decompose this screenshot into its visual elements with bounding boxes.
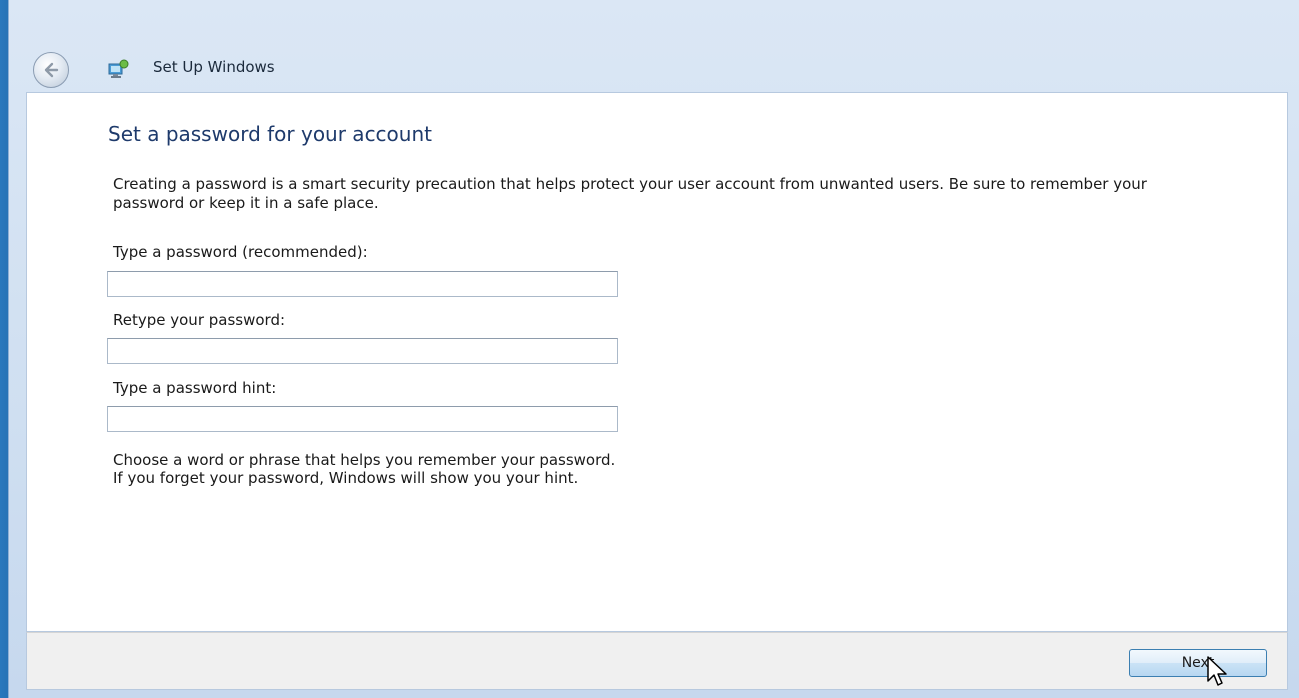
password-hint-input[interactable]: [107, 406, 618, 432]
window-title: Set Up Windows: [153, 58, 275, 76]
back-arrow-icon: [44, 62, 59, 78]
title-bar: Set Up Windows: [9, 0, 1299, 92]
retype-password-label: Retype your password:: [113, 311, 286, 329]
setup-computer-icon: [108, 59, 129, 78]
setup-window: Set Up Windows Set a password for your a…: [8, 0, 1299, 698]
hint-explanation-line-1: Choose a word or phrase that helps you r…: [113, 451, 616, 469]
page-description: Creating a password is a smart security …: [113, 175, 1147, 212]
password-input[interactable]: [107, 271, 618, 297]
back-button[interactable]: [33, 52, 69, 88]
hint-explanation: Choose a word or phrase that helps you r…: [113, 451, 615, 487]
mouse-pointer-icon: [1207, 656, 1227, 686]
password-label: Type a password (recommended):: [113, 243, 368, 261]
hint-explanation-line-2: If you forget your password, Windows wil…: [113, 469, 579, 487]
retype-password-input[interactable]: [107, 338, 618, 364]
content-panel: Set a password for your account Creating…: [26, 92, 1288, 632]
footer-bar: Next: [26, 632, 1288, 690]
password-hint-label: Type a password hint:: [113, 379, 277, 397]
next-button[interactable]: Next: [1129, 649, 1267, 677]
page-heading: Set a password for your account: [108, 122, 432, 146]
